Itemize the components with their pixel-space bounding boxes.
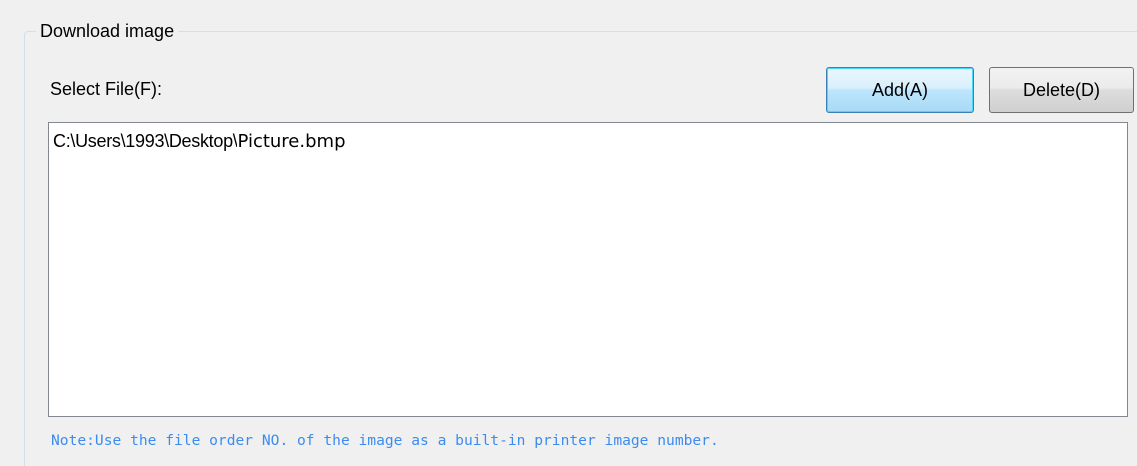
delete-button[interactable]: Delete(D) <box>989 67 1134 113</box>
download-image-panel: Download image Select File(F): Add(A) De… <box>0 0 1137 466</box>
list-item[interactable]: C:\Users\1993\Desktop\ Picture.bmp <box>53 127 346 155</box>
select-file-label: Select File(F): <box>50 79 163 99</box>
file-directory: C:\Users\1993\Desktop\ <box>53 130 238 151</box>
add-button[interactable]: Add(A) <box>826 67 974 113</box>
groupbox-title: Download image <box>36 19 179 43</box>
note-text: Note:Use the file order NO. of the image… <box>51 432 719 449</box>
file-listbox[interactable]: C:\Users\1993\Desktop\ Picture.bmp <box>48 122 1128 417</box>
file-name: Picture.bmp <box>237 130 346 152</box>
